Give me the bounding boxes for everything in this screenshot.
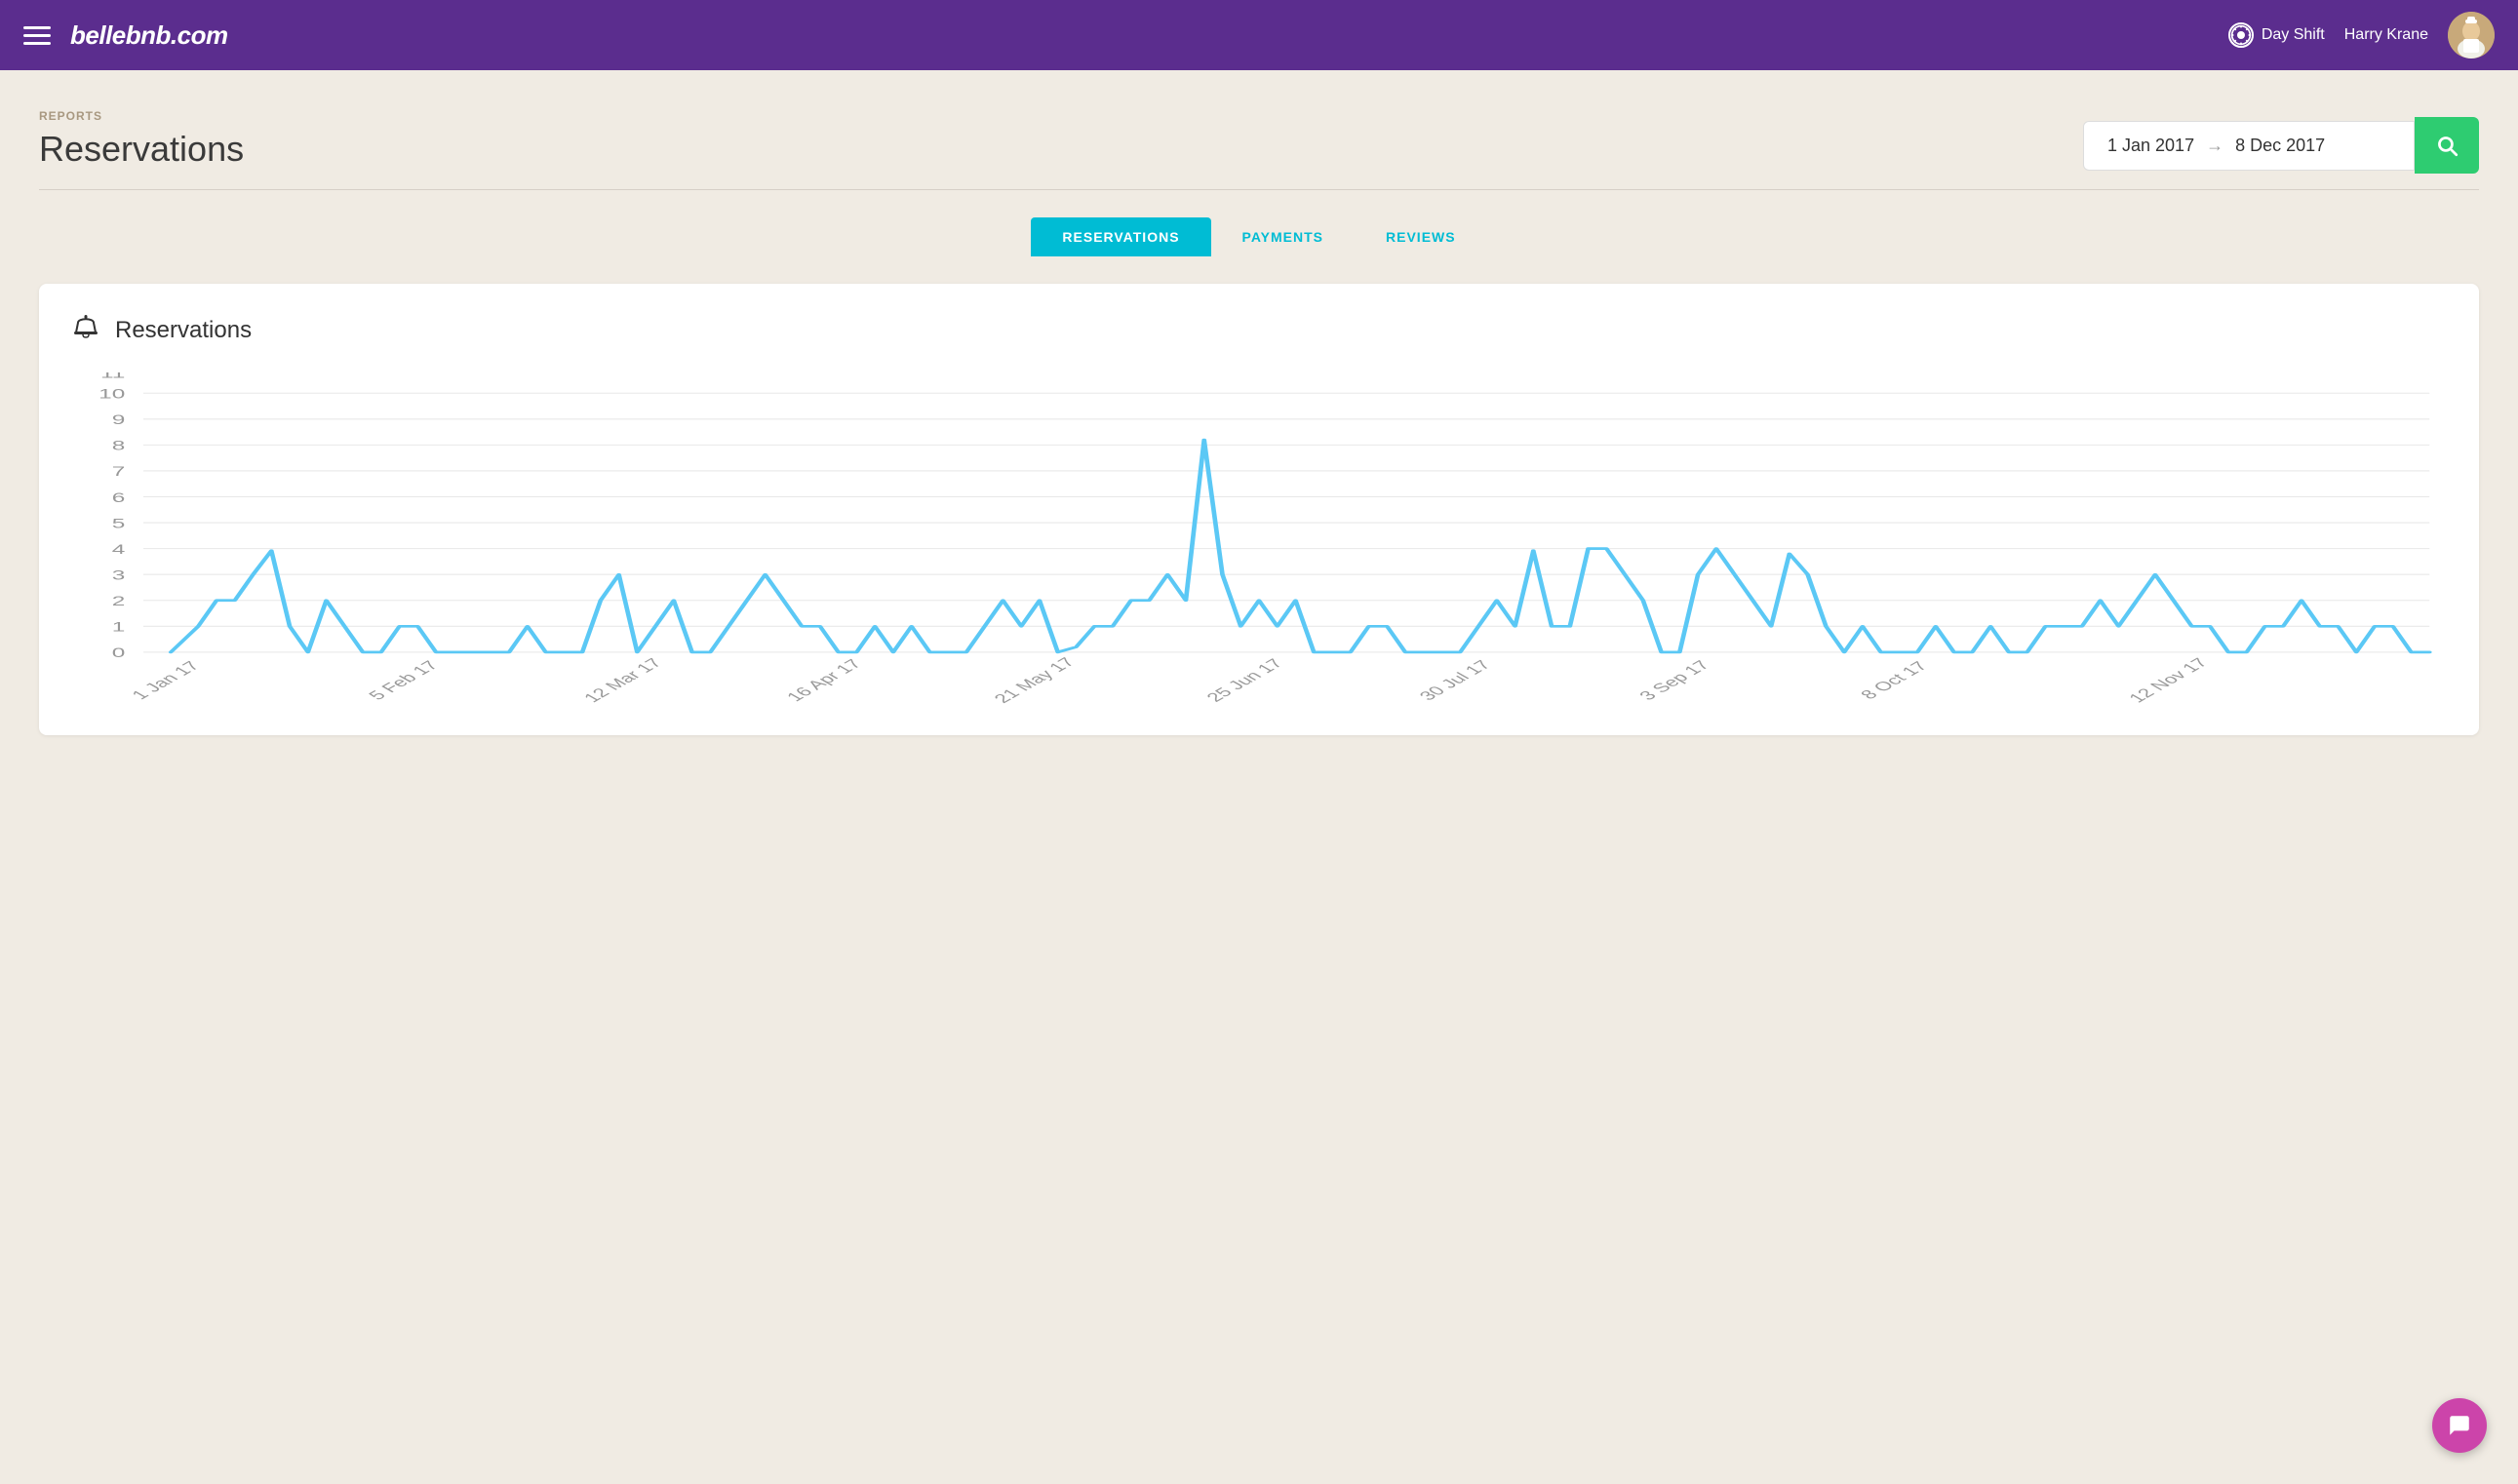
svg-text:8 Oct 17: 8 Oct 17 [1856,658,1932,701]
svg-text:25 Jun 17: 25 Jun 17 [1201,656,1287,704]
chart-svg: 0 1 2 3 4 5 6 7 8 9 10 11 1 Jan 17 5 Feb… [70,372,2448,704]
username: Harry Krane [2344,26,2428,44]
date-end: 8 Dec 2017 [2235,136,2325,156]
tab-reservations[interactable]: RESERVATIONS [1031,217,1210,256]
tabs: RESERVATIONS PAYMENTS REVIEWS [39,217,2479,256]
svg-text:3: 3 [112,568,126,583]
svg-text:10: 10 [98,387,125,402]
tab-payments[interactable]: PAYMENTS [1211,217,1355,256]
svg-text:12 Mar 17: 12 Mar 17 [578,655,666,704]
svg-text:5: 5 [112,517,126,531]
search-button[interactable] [2415,117,2479,174]
divider [39,189,2479,190]
svg-text:7: 7 [112,464,126,479]
svg-text:1 Jan 17: 1 Jan 17 [127,658,204,702]
page-title: Reservations [39,129,244,170]
svg-text:5 Feb 17: 5 Feb 17 [364,658,443,703]
day-shift-label: Day Shift [2262,26,2325,44]
header-right: Day Shift Harry Krane [2228,12,2495,59]
svg-text:3 Sep 17: 3 Sep 17 [1634,657,1714,702]
tab-reviews[interactable]: REVIEWS [1355,217,1487,256]
svg-text:12 Nov 17: 12 Nov 17 [2124,655,2213,704]
logo: bellebnb.com [70,20,228,51]
breadcrumb: REPORTS [39,109,244,123]
chart-header: Reservations [70,311,2448,349]
menu-button[interactable] [23,26,51,45]
svg-text:0: 0 [112,645,126,660]
day-shift-icon [2228,22,2254,48]
chart-title: Reservations [115,317,252,344]
avatar [2448,12,2495,59]
search-icon [2434,133,2459,158]
bell-icon [70,311,101,349]
date-start: 1 Jan 2017 [2107,136,2194,156]
svg-text:8: 8 [112,439,126,453]
main-content: REPORTS Reservations 1 Jan 2017 → 8 Dec … [0,70,2518,774]
svg-text:11: 11 [100,372,125,381]
date-range[interactable]: 1 Jan 2017 → 8 Dec 2017 [2083,121,2415,171]
svg-text:6: 6 [112,490,126,505]
svg-text:4: 4 [112,542,126,557]
header-left: bellebnb.com [23,20,228,51]
chat-icon [2447,1413,2472,1438]
page-header: REPORTS Reservations 1 Jan 2017 → 8 Dec … [39,109,2479,174]
svg-text:21 May 17: 21 May 17 [989,654,1079,704]
chart-area: 0 1 2 3 4 5 6 7 8 9 10 11 1 Jan 17 5 Feb… [70,372,2448,704]
svg-text:2: 2 [112,594,126,608]
svg-text:16 Apr 17: 16 Apr 17 [781,656,865,704]
header: bellebnb.com Day Shift Harry Kra [0,0,2518,70]
svg-text:30 Jul 17: 30 Jul 17 [1414,657,1495,703]
page-title-section: REPORTS Reservations [39,109,244,170]
date-search: 1 Jan 2017 → 8 Dec 2017 [2083,117,2479,174]
svg-text:9: 9 [112,412,126,427]
svg-text:1: 1 [112,620,126,635]
chart-card: Reservations 0 1 2 3 [39,284,2479,735]
day-shift[interactable]: Day Shift [2228,22,2325,48]
chat-button[interactable] [2432,1398,2487,1453]
date-arrow-icon: → [2206,136,2223,156]
